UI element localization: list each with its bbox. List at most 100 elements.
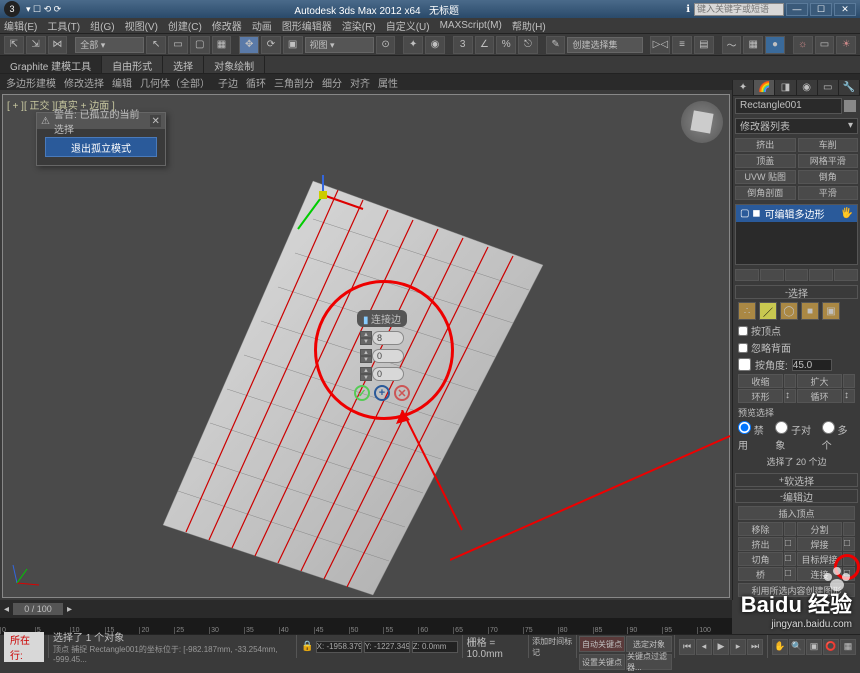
display-tab-icon[interactable]: ▭ [818,80,839,95]
orbit-icon[interactable]: ⭕ [823,639,839,655]
minimize-button[interactable]: — [786,3,808,16]
modifier-list-dropdown[interactable]: 修改器列表▾ [735,118,858,134]
time-slider[interactable]: ◂0 / 100▸ [0,600,732,618]
snap-icon[interactable]: 3 [453,36,473,54]
ref-coord-dropdown[interactable]: 视图 ▾ [305,37,374,53]
render-icon[interactable]: ☀ [836,36,856,54]
caddy-apply-button[interactable]: + [374,385,390,401]
modify-tab-icon[interactable]: 🌈 [754,80,775,95]
material-editor-icon[interactable]: ● [765,36,785,54]
unlink-icon[interactable]: ⇲ [26,36,46,54]
add-time-tag[interactable]: 添加时间标记 [532,636,573,658]
menu-views[interactable]: 视图(V) [125,18,158,33]
keymode-icon[interactable]: ◉ [425,36,445,54]
vertex-subobj-icon[interactable]: ∴ [738,302,756,320]
menu-tools[interactable]: 工具(T) [47,18,80,33]
menu-help[interactable]: 帮助(H) [512,18,546,33]
render-setup-icon[interactable]: ☼ [793,36,813,54]
window-crossing-icon[interactable]: ▦ [212,36,232,54]
manip-icon[interactable]: ✦ [403,36,423,54]
info-icon[interactable]: ℹ [686,4,690,15]
soft-selection-rollout[interactable]: + 软选择 [735,473,858,487]
curve-editor-icon[interactable]: 〜 [722,36,742,54]
exit-isolate-button[interactable]: 退出孤立模式 [45,137,157,157]
zoom-icon[interactable]: 🔍 [789,639,805,655]
bridge-button[interactable]: 桥 [738,567,783,581]
edge-subobj-icon[interactable]: ／ [759,302,777,320]
coord-x[interactable] [316,641,362,653]
weld-button[interactable]: 焊接 [797,537,842,551]
tab-freeform[interactable]: 自由形式 [102,56,163,73]
maximize-button[interactable]: ☐ [810,3,832,16]
mirror-icon[interactable]: ▷◁ [650,36,670,54]
pinch-spinner[interactable]: ▲▼ [360,349,404,363]
grow-button[interactable]: 扩大 [797,374,842,388]
menu-group[interactable]: 组(G) [90,18,114,33]
rotate-icon[interactable]: ⟳ [261,36,281,54]
insert-vertex-button[interactable]: 插入顶点 [738,506,855,520]
utilities-tab-icon[interactable]: 🔧 [839,80,860,95]
ignore-backface-check[interactable] [738,343,748,353]
autokey-button[interactable]: 自动关键点 [579,636,625,652]
create-tab-icon[interactable]: ✦ [733,80,754,95]
named-selection-set[interactable]: 创建选择集 [567,37,642,53]
tab-graphite[interactable]: Graphite 建模工具 [0,56,102,73]
target-weld-button[interactable]: 目标焊接 [797,552,842,566]
menu-rendering[interactable]: 渲染(R) [342,18,376,33]
select-region-icon[interactable]: ▢ [190,36,210,54]
max-viewport-icon[interactable]: ▦ [840,639,856,655]
slide-spinner[interactable]: ▲▼ [360,367,404,381]
segments-spinner[interactable]: ▲▼ [360,331,404,345]
pivot-icon[interactable]: ⊙ [376,36,396,54]
goto-end-icon[interactable]: ⏭ [747,639,763,655]
setkey-button[interactable]: 设置关键点 [579,654,625,670]
layers-icon[interactable]: ▤ [694,36,714,54]
shrink-button[interactable]: 收缩 [738,374,783,388]
percent-snap-icon[interactable]: % [496,36,516,54]
named-sel-edit-icon[interactable]: ✎ [546,36,566,54]
app-logo[interactable]: 3 [4,1,20,17]
tab-selection[interactable]: 选择 [163,56,204,73]
move-icon[interactable]: ✥ [239,36,259,54]
tab-paint[interactable]: 对象绘制 [204,56,265,73]
menu-create[interactable]: 创建(C) [168,18,202,33]
select-icon[interactable]: ↖ [146,36,166,54]
object-color-swatch[interactable] [844,100,856,112]
quick-access[interactable]: ▾ ☐ ⟲ ⟳ [26,4,61,15]
menu-grapheditors[interactable]: 图形编辑器 [282,18,332,33]
coord-z[interactable] [412,641,458,653]
coord-y[interactable] [364,641,410,653]
polygon-subobj-icon[interactable]: ■ [801,302,819,320]
spinner-snap-icon[interactable]: ⎋ [518,36,538,54]
loop-button[interactable]: 循环 [797,389,842,403]
menu-customize[interactable]: 自定义(U) [386,18,430,33]
zoom-extents-icon[interactable]: ▣ [806,639,822,655]
select-name-icon[interactable]: ▭ [168,36,188,54]
pan-icon[interactable]: ✋ [772,639,788,655]
connect-button[interactable]: 连接 [797,567,842,581]
split-button[interactable]: 分割 [797,522,842,536]
ring-button[interactable]: 环形 [738,389,783,403]
modifier-stack[interactable]: ▢ ◼可编辑多边形🖐 [735,204,858,265]
select-link-icon[interactable]: ⇱ [4,36,24,54]
create-shape-button[interactable]: 利用所选内容创建图形 [738,583,855,597]
viewcube[interactable] [681,101,723,143]
caddy-cancel-button[interactable]: ✕ [394,385,410,401]
next-frame-icon[interactable]: ▸ [730,639,746,655]
hierarchy-tab-icon[interactable]: ◨ [775,80,796,95]
selection-filter[interactable]: 全部 ▾ [75,37,144,53]
bind-icon[interactable]: ⋈ [48,36,68,54]
chamfer-button[interactable]: 切角 [738,552,783,566]
connect-settings-button[interactable]: □ [843,567,855,581]
schematic-icon[interactable]: ▦ [743,36,763,54]
menu-maxscript[interactable]: MAXScript(M) [440,20,502,31]
object-name-field[interactable]: Rectangle001 [735,98,842,114]
play-icon[interactable]: ▶ [713,639,729,655]
close-button[interactable]: ✕ [834,3,856,16]
by-vertex-check[interactable] [738,326,748,336]
lock-icon[interactable]: 🔒 [301,641,313,652]
help-search[interactable] [694,3,784,16]
render-frame-icon[interactable]: ▭ [815,36,835,54]
element-subobj-icon[interactable]: ▣ [822,302,840,320]
angle-snap-icon[interactable]: ∠ [475,36,495,54]
